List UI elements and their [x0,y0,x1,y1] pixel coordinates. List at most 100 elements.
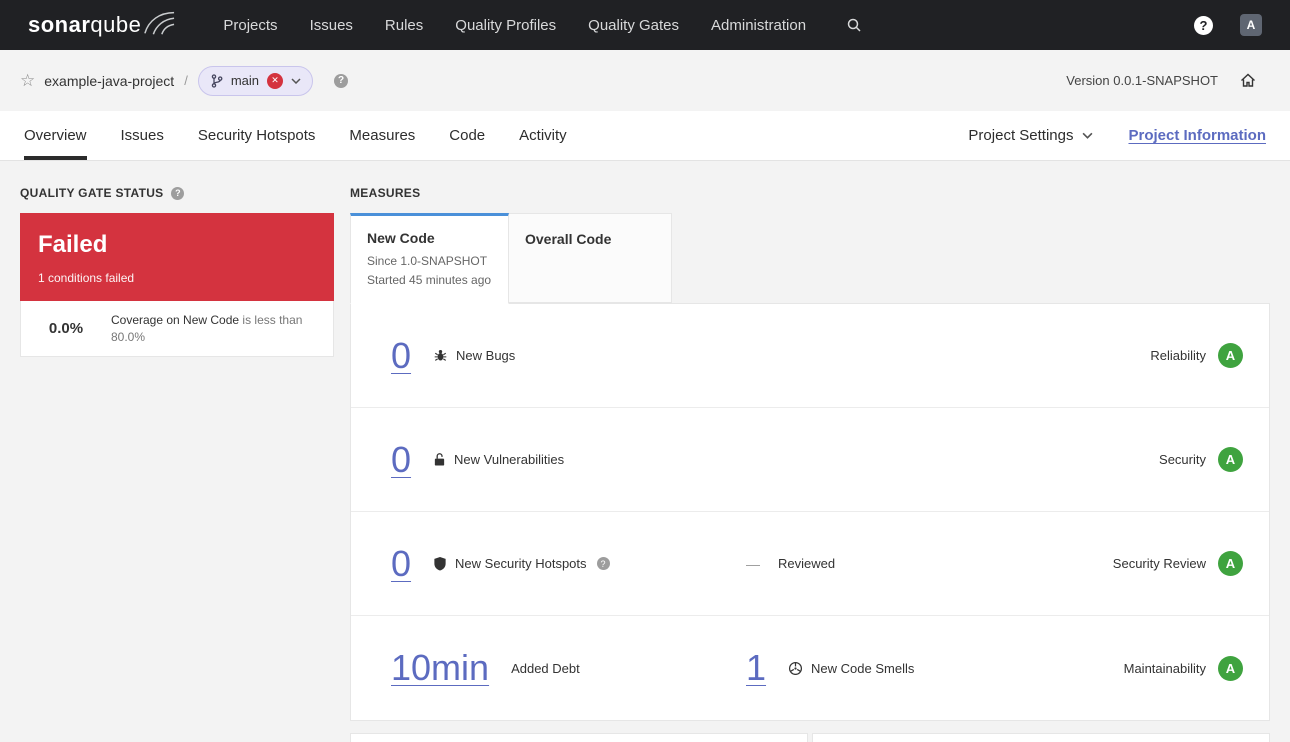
nav-item-rules[interactable]: Rules [385,17,423,34]
breadcrumb-project-name[interactable]: example-java-project [44,73,174,89]
tab-new-code[interactable]: New Code Since 1.0-SNAPSHOT Started 45 m… [350,213,509,304]
main-navigation: Projects Issues Rules Quality Profiles Q… [223,17,806,34]
project-information-link[interactable]: Project Information [1128,127,1266,144]
navbar-right: ? A [1194,14,1262,36]
measure-right: Security A [1159,447,1243,472]
project-settings-label: Project Settings [968,127,1074,144]
measure-label: New Security Hotspots [455,556,587,571]
measure-domain: Security [1159,452,1206,467]
measures-tabs: New Code Since 1.0-SNAPSHOT Started 45 m… [350,213,1270,304]
measure-label-group: Added Debt [511,661,580,676]
measure-left: 0 New Bugs [391,337,746,374]
branch-selector[interactable]: main ✕ [197,65,314,96]
coverage-panel-partial [350,733,808,742]
tab-issues[interactable]: Issues [121,111,164,160]
home-icon[interactable] [1240,73,1256,88]
security-rating-badge: A [1218,447,1243,472]
nav-item-projects[interactable]: Projects [223,17,277,34]
measure-middle: — Reviewed [746,556,1113,572]
breadcrumb: ☆ example-java-project / main ✕ ? Versio… [0,50,1290,111]
measure-label-group: New Security Hotspots ? [433,556,610,571]
help-icon[interactable]: ? [1194,15,1213,35]
new-code-smells-count[interactable]: 1 [746,650,766,686]
chevron-down-icon [1082,132,1093,139]
added-debt-value[interactable]: 10min [391,650,489,686]
tab-overview[interactable]: Overview [24,111,87,160]
quality-gate-status: Failed [38,231,108,258]
quality-gate-heading: QUALITY GATE STATUS [20,186,164,200]
top-navbar: sonarqube Projects Issues Rules Quality … [0,0,1290,50]
measure-row-security: 0 New Vulnerabilities Security A [351,408,1269,512]
nav-item-quality-gates[interactable]: Quality Gates [588,17,679,34]
tab-activity[interactable]: Activity [519,111,567,160]
measures-heading-row: MEASURES [350,186,1270,200]
quality-gate-section: QUALITY GATE STATUS ? Failed 1 condition… [20,161,334,357]
nav-item-issues[interactable]: Issues [310,17,353,34]
logo-text-light: qube [90,12,142,37]
project-settings-menu[interactable]: Project Settings [968,127,1093,144]
measure-label: New Bugs [456,348,516,363]
breadcrumb-right: Version 0.0.1-SNAPSHOT [1066,73,1256,88]
nav-item-administration[interactable]: Administration [711,17,806,34]
branch-icon [211,73,223,88]
quality-gate-status-panel: Failed 1 conditions failed [20,213,334,301]
shield-icon [433,556,447,571]
measures-heading: MEASURES [350,186,421,200]
sonarqube-logo[interactable]: sonarqube [28,10,175,38]
project-version: Version 0.0.1-SNAPSHOT [1066,73,1218,88]
new-code-tab-title: New Code [367,230,435,246]
new-code-since: Since 1.0-SNAPSHOT [367,254,488,268]
quality-gate-card: Failed 1 conditions failed 0.0% Coverage… [20,213,334,357]
added-debt-label: Added Debt [511,660,580,676]
quality-gate-heading-row: QUALITY GATE STATUS ? [20,186,334,200]
project-tabbar: Overview Issues Security Hotspots Measur… [0,111,1290,161]
branch-help-icon[interactable]: ? [334,73,349,88]
breadcrumb-separator: / [184,73,188,88]
measure-right: Security Review A [1113,551,1243,576]
measure-left: 0 New Vulnerabilities [391,441,746,478]
reliability-rating-badge: A [1218,343,1243,368]
condition-value: 0.0% [48,320,84,337]
measure-middle: 1 New Code Smells [746,650,1124,686]
next-section-row [350,733,1270,742]
open-lock-icon [433,452,446,467]
new-vulnerabilities-count[interactable]: 0 [391,441,411,478]
branch-quality-gate-failed-icon: ✕ [267,72,284,89]
failed-condition-row[interactable]: 0.0% Coverage on New Code is less than 8… [20,301,334,357]
measure-row-security-review: 0 New Security Hotspots ? — Reviewed Sec… [351,512,1269,616]
reviewed-label: Reviewed [778,556,836,571]
chevron-down-icon [291,77,301,84]
measure-label: New Vulnerabilities [454,452,565,467]
tab-code[interactable]: Code [449,111,485,160]
nav-item-quality-profiles[interactable]: Quality Profiles [455,17,556,34]
measure-label-group: New Bugs [433,348,515,363]
measure-label-group: New Vulnerabilities [433,452,564,467]
code-smell-icon [788,661,803,676]
tab-overall-code[interactable]: Overall Code [509,213,672,303]
tab-security-hotspots[interactable]: Security Hotspots [198,111,316,160]
overall-code-tab-title: Overall Code [525,231,612,247]
favorite-star-icon[interactable]: ☆ [20,72,35,89]
security-review-rating-badge: A [1218,551,1243,576]
overview-content: QUALITY GATE STATUS ? Failed 1 condition… [0,161,1290,742]
search-icon[interactable] [846,17,862,33]
logo-swoosh-icon [143,10,175,36]
bug-icon [433,348,448,363]
measure-domain: Security Review [1112,556,1206,571]
quality-gate-conditions-summary: 1 conditions failed [38,271,135,285]
measures-section: MEASURES New Code Since 1.0-SNAPSHOT Sta… [350,161,1270,742]
avatar[interactable]: A [1240,14,1262,36]
new-bugs-count[interactable]: 0 [391,337,411,374]
tab-measures[interactable]: Measures [349,111,415,160]
measure-row-maintainability: 10min Added Debt 1 New Code Smells Maint… [351,616,1269,720]
logo-text: sonarqube [28,12,141,38]
condition-description: Coverage on New Code is less than 80.0% [111,312,315,344]
new-security-hotspots-count[interactable]: 0 [391,545,411,582]
measure-domain: Maintainability [1123,660,1206,676]
new-code-smells-label: New Code Smells [811,660,915,676]
condition-metric: Coverage on New Code [111,313,240,328]
hotspots-help-icon[interactable]: ? [596,557,610,570]
quality-gate-help-icon[interactable]: ? [171,186,185,200]
tabbar-right: Project Settings Project Information [968,111,1266,160]
measures-panel: 0 New Bugs Reliability A 0 New Vulnerabi… [350,303,1270,721]
